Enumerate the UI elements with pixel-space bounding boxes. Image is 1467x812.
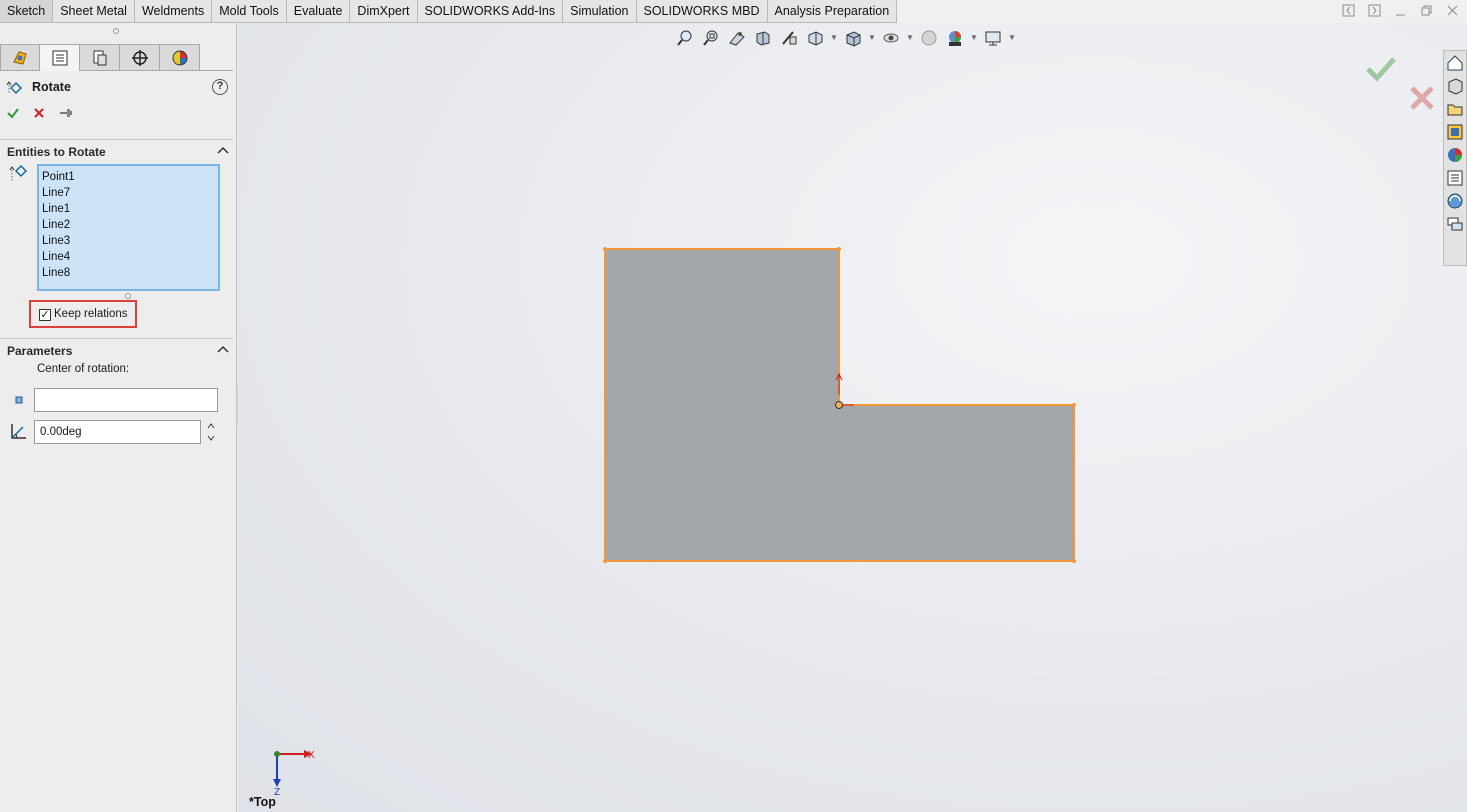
ok-check-icon[interactable] <box>6 106 20 120</box>
list-item[interactable]: Line8 <box>42 265 215 281</box>
panel-grip-handle[interactable] <box>113 28 119 34</box>
minimize-icon[interactable] <box>1394 4 1407 18</box>
sketch-vertex[interactable] <box>603 559 607 563</box>
tab-feature-manager[interactable] <box>0 44 40 71</box>
tab-dimxpert-manager[interactable] <box>120 44 160 71</box>
angle-spinner[interactable] <box>205 421 217 443</box>
tab-solidworks-add-ins[interactable]: SOLIDWORKS Add-Ins <box>417 0 564 23</box>
tab-property-manager[interactable] <box>40 44 80 71</box>
chevron-up-icon[interactable] <box>217 145 229 155</box>
property-manager-panel: Rotate ? Entities to Rotate Point1 Line7… <box>0 23 237 812</box>
graphics-viewport[interactable]: ▼ ▼ ▼ ▼ ▼ X Z *Top <box>238 23 1467 812</box>
ribbon-tabbar: Sketch Sheet Metal Weldments Mold Tools … <box>0 0 1467 23</box>
tab-mold-tools[interactable]: Mold Tools <box>212 0 287 23</box>
center-of-rotation-input[interactable] <box>34 388 218 412</box>
tab-analysis-preparation[interactable]: Analysis Preparation <box>767 0 898 23</box>
view-orientation-label: *Top <box>249 795 276 809</box>
sketch-vertex[interactable] <box>1072 403 1076 407</box>
configuration-manager-icon <box>93 50 106 65</box>
close-icon[interactable] <box>1446 4 1459 18</box>
tab-solidworks-mbd[interactable]: SOLIDWORKS MBD <box>636 0 768 23</box>
rotate-selection-icon <box>9 164 28 181</box>
tab-display-manager[interactable] <box>160 44 200 71</box>
appearance-icon <box>172 50 187 65</box>
parameters-section-header[interactable]: Parameters <box>0 338 233 360</box>
tab-dimxpert[interactable]: DimXpert <box>350 0 418 23</box>
pm-title: Rotate <box>32 80 71 94</box>
tab-simulation[interactable]: Simulation <box>563 0 637 23</box>
rotate-entities-icon <box>6 81 23 95</box>
restore-icon[interactable] <box>1420 4 1433 18</box>
tab-weldments[interactable]: Weldments <box>134 0 213 23</box>
pm-title-row: Rotate ? <box>6 78 228 98</box>
tab-sketch[interactable]: Sketch <box>0 0 54 23</box>
point-icon <box>15 396 23 404</box>
sketch-vertex[interactable] <box>603 247 607 251</box>
center-of-rotation-label: Center of rotation: <box>37 363 130 375</box>
tab-sheet-metal[interactable]: Sheet Metal <box>53 0 135 23</box>
spin-up-icon[interactable] <box>206 421 216 431</box>
list-item[interactable]: Line4 <box>42 249 215 265</box>
cancel-x-icon[interactable] <box>32 106 46 120</box>
spin-down-icon[interactable] <box>206 433 216 443</box>
reference-triad: X Z <box>273 750 315 798</box>
list-item[interactable]: Line2 <box>42 217 215 233</box>
tile-right-icon[interactable] <box>1368 4 1381 18</box>
sketch-vertex[interactable] <box>1072 559 1076 563</box>
property-manager-icon <box>52 50 67 66</box>
tile-left-icon[interactable] <box>1342 4 1355 18</box>
window-controls <box>1342 4 1459 18</box>
sketch-vertex[interactable] <box>837 247 841 251</box>
ribbon-tabs: Sketch Sheet Metal Weldments Mold Tools … <box>0 0 898 23</box>
axis-x-label: X <box>308 750 315 761</box>
chevron-up-icon[interactable] <box>217 344 229 354</box>
feature-manager-icon <box>13 50 27 65</box>
list-item[interactable]: Line7 <box>42 185 215 201</box>
crosshair-icon <box>131 49 148 66</box>
list-item[interactable]: Line3 <box>42 233 215 249</box>
pushpin-icon[interactable] <box>58 106 74 120</box>
entities-list[interactable]: Point1 Line7 Line1 Line2 Line3 Line4 Lin… <box>37 164 220 291</box>
entities-section-header[interactable]: Entities to Rotate <box>0 139 233 161</box>
keep-relations-highlight: ✓ Keep relations <box>29 300 137 328</box>
sketch-origin-point[interactable] <box>835 401 843 409</box>
sketch-canvas <box>603 247 1076 563</box>
angle-icon <box>11 424 26 439</box>
manager-tabs <box>0 44 233 71</box>
entities-section-title: Entities to Rotate <box>7 145 106 159</box>
tab-evaluate[interactable]: Evaluate <box>286 0 351 23</box>
tab-configuration-manager[interactable] <box>80 44 120 71</box>
angle-input[interactable]: 0.00deg <box>34 420 201 444</box>
keep-relations-checkbox[interactable]: ✓ <box>39 309 51 321</box>
list-item[interactable]: Point1 <box>42 169 215 185</box>
pm-actions <box>6 105 74 121</box>
list-item[interactable]: Line1 <box>42 201 215 217</box>
help-icon[interactable]: ? <box>212 79 228 95</box>
parameters-section-title: Parameters <box>7 344 73 358</box>
list-resize-handle[interactable] <box>125 293 131 299</box>
keep-relations-label: Keep relations <box>54 308 128 320</box>
